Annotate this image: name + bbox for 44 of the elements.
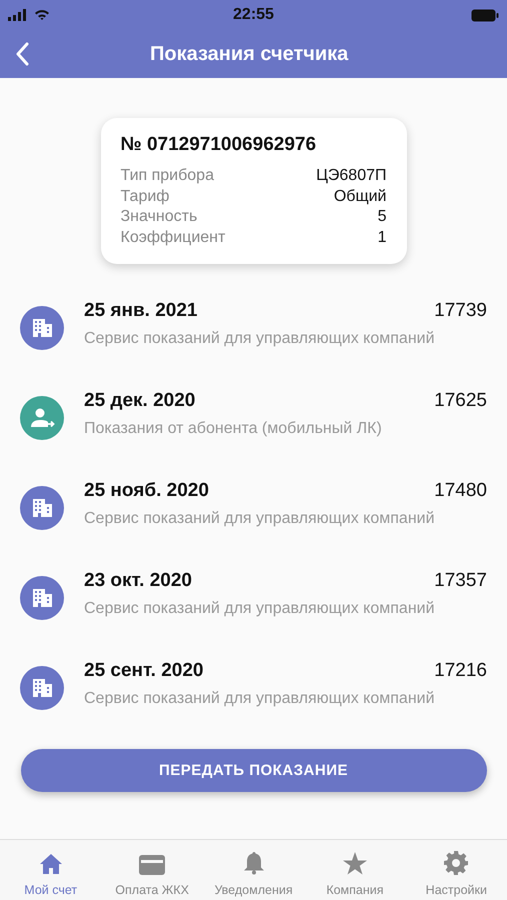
home-icon bbox=[38, 853, 63, 875]
battery-icon bbox=[471, 8, 499, 22]
reading-source: Сервис показаний для управляющих компаний bbox=[84, 510, 436, 528]
property-label: Коэффициент bbox=[120, 228, 226, 248]
reading-source: Сервис показаний для управляющих компаний bbox=[84, 690, 436, 708]
status-time: 22:55 bbox=[232, 6, 275, 24]
reading-date: 25 дек. 2020 bbox=[84, 390, 196, 412]
building-icon bbox=[20, 666, 64, 710]
tab-item[interactable]: Компания bbox=[304, 840, 406, 900]
screen-title: Показания счетчика bbox=[150, 42, 348, 66]
reading-value: 17739 bbox=[434, 300, 487, 322]
meter-number: № 0712971006962976 bbox=[120, 134, 318, 156]
tab-item[interactable]: Оплата ЖКХ bbox=[101, 840, 203, 900]
settings-icon bbox=[444, 851, 468, 875]
building-icon bbox=[20, 486, 64, 530]
submit-reading-button[interactable]: ПЕРЕДАТЬ ПОКАЗАНИЕ bbox=[20, 749, 486, 792]
property-label: Тариф bbox=[120, 186, 170, 206]
reading-date: 25 сент. 2020 bbox=[84, 660, 204, 682]
tab-item[interactable]: Настройки bbox=[406, 840, 507, 900]
property-value: 1 bbox=[378, 228, 386, 248]
reading-source: Сервис показаний для управляющих компаний bbox=[84, 330, 436, 348]
property-value: Общий bbox=[334, 186, 386, 206]
property-value: 5 bbox=[378, 207, 386, 227]
reading-source: Сервис показаний для управляющих компаний bbox=[84, 600, 436, 618]
building-icon bbox=[20, 576, 64, 620]
reading-value: 17480 bbox=[434, 480, 487, 502]
star-icon bbox=[342, 852, 367, 875]
wifi-icon bbox=[34, 9, 50, 21]
property-label: Значность bbox=[120, 207, 198, 227]
card-icon bbox=[139, 855, 166, 875]
building-icon bbox=[20, 306, 64, 350]
reading-source: Показания от абонента (мобильный ЛК) bbox=[84, 420, 383, 438]
back-icon[interactable] bbox=[15, 42, 29, 66]
tab-item[interactable]: Уведомления bbox=[202, 840, 304, 900]
reading-value: 17216 bbox=[434, 660, 487, 682]
reading-value: 17357 bbox=[434, 570, 487, 592]
reading-date: 25 янв. 2021 bbox=[84, 300, 198, 322]
bell-icon bbox=[242, 851, 265, 875]
property-value: ЦЭ6807П bbox=[316, 166, 386, 186]
tab-item[interactable]: Мой счет bbox=[0, 840, 102, 900]
reading-value: 17625 bbox=[434, 390, 487, 412]
reading-date: 23 окт. 2020 bbox=[84, 570, 192, 592]
property-label: Тип прибора bbox=[120, 166, 214, 186]
reading-date: 25 нояб. 2020 bbox=[84, 480, 209, 502]
